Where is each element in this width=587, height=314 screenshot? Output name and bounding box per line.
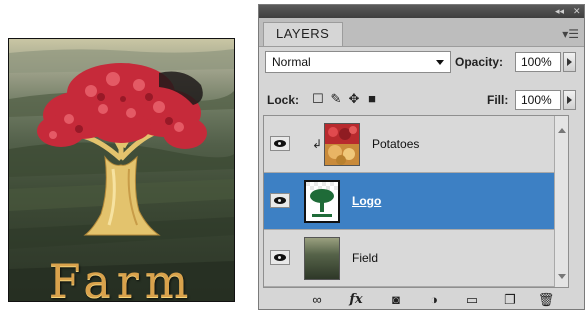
layer-name-potatoes[interactable]: Potatoes <box>372 137 419 151</box>
farm-poster-artwork: Farm <box>8 38 235 302</box>
scroll-down-icon[interactable] <box>558 274 566 279</box>
lock-position-icon[interactable]: ✥ <box>347 92 361 106</box>
collapse-icon[interactable]: ◂◂ <box>555 6 564 17</box>
blend-mode-value: Normal <box>272 55 311 69</box>
blend-opacity-row: Normal Opacity: 100% <box>259 49 584 77</box>
layers-footer-toolbar: ∞ fx ◙ ◑ ▭ ❐ 🗑 <box>259 290 584 310</box>
field-thumbnail <box>304 237 340 280</box>
layer-name-logo[interactable]: Logo <box>352 194 381 208</box>
panel-menu-icon[interactable]: ▾☰ <box>562 28 579 40</box>
fill-input[interactable]: 100% <box>515 90 561 110</box>
poster-title: Farm <box>48 254 195 302</box>
lock-all-icon[interactable]: ■ <box>365 92 379 106</box>
opacity-label: Opacity: <box>455 55 504 69</box>
delete-layer-icon[interactable]: 🗑 <box>537 292 555 308</box>
opacity-input[interactable]: 100% <box>515 52 561 72</box>
opacity-slider-button[interactable] <box>563 52 576 72</box>
fx-icon[interactable]: fx <box>345 292 367 308</box>
layers-panel: ◂◂ ✕ LAYERS ▾☰ Normal Opacity: 100% Lock… <box>258 4 585 310</box>
add-mask-icon[interactable]: ◙ <box>387 292 405 308</box>
new-layer-icon[interactable]: ❐ <box>501 292 519 308</box>
visibility-toggle[interactable] <box>270 250 290 265</box>
layer-row-logo[interactable]: Logo <box>264 173 568 230</box>
layer-row-potatoes[interactable]: ↲ Potatoes <box>264 116 568 173</box>
adjustment-layer-icon[interactable]: ◑ <box>425 292 443 308</box>
layer-name-field[interactable]: Field <box>352 251 378 265</box>
lock-label: Lock: <box>267 93 300 107</box>
lock-image-pixels-icon[interactable]: ✎ <box>329 92 343 106</box>
fill-label: Fill: <box>487 93 509 107</box>
tab-layers[interactable]: LAYERS <box>263 22 343 46</box>
scroll-up-icon[interactable] <box>558 128 566 133</box>
eye-icon <box>274 197 286 204</box>
layers-list: ↲ Potatoes Logo Field <box>263 115 569 288</box>
layer-row-field[interactable]: Field <box>264 230 568 287</box>
lock-fill-row: Lock: ☐ ✎ ✥ ■ Fill: 100% <box>259 87 584 113</box>
layers-scrollbar[interactable] <box>554 116 568 287</box>
eye-icon <box>274 140 286 147</box>
eye-icon <box>274 254 286 261</box>
lock-transparent-pixels-icon[interactable]: ☐ <box>311 92 325 106</box>
panel-tab-row: LAYERS ▾☰ <box>259 18 584 47</box>
fill-slider-button[interactable] <box>563 90 576 110</box>
new-group-icon[interactable]: ▭ <box>463 292 481 308</box>
visibility-toggle[interactable] <box>270 136 290 151</box>
chevron-down-icon <box>436 60 444 65</box>
clipping-arrow-icon: ↲ <box>312 137 323 151</box>
blend-mode-dropdown[interactable]: Normal <box>265 51 451 73</box>
visibility-toggle[interactable] <box>270 193 290 208</box>
link-layers-icon[interactable]: ∞ <box>307 292 327 308</box>
logo-thumbnail <box>304 180 340 223</box>
potatoes-thumbnail <box>324 123 360 166</box>
close-icon[interactable]: ✕ <box>573 6 581 17</box>
panel-title-bar[interactable]: ◂◂ ✕ <box>259 5 584 18</box>
